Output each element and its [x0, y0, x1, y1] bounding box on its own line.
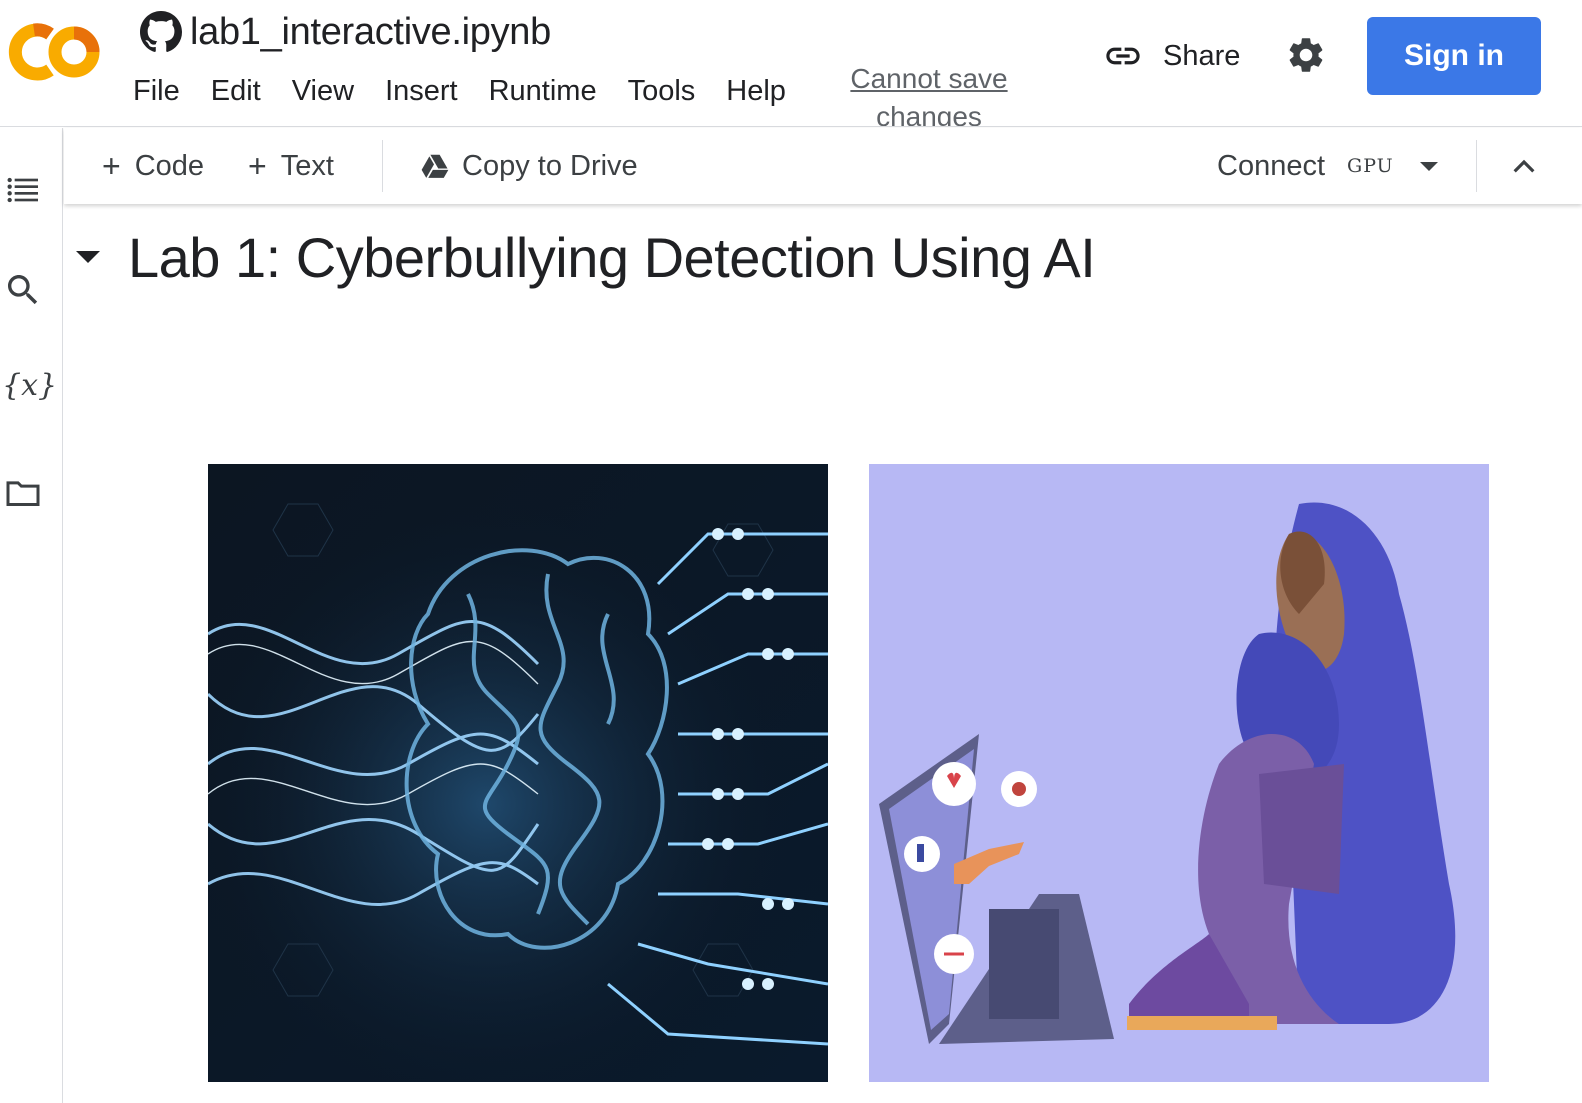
runtime-type-label: GPU: [1347, 155, 1394, 177]
toolbar-divider: [1476, 140, 1477, 192]
toc-icon[interactable]: [3, 170, 43, 210]
menu-edit[interactable]: Edit: [211, 70, 261, 112]
menu-runtime[interactable]: Runtime: [489, 70, 597, 112]
drive-icon: [421, 154, 449, 178]
plus-icon: +: [102, 147, 121, 184]
copy-to-drive-label: Copy to Drive: [462, 149, 638, 182]
search-icon[interactable]: [3, 270, 43, 310]
sign-in-button[interactable]: Sign in: [1367, 17, 1541, 95]
menu-help[interactable]: Help: [726, 70, 786, 112]
menu-file[interactable]: File: [133, 70, 180, 112]
section-heading-row: Lab 1: Cyberbullying Detection Using AI: [76, 222, 1096, 292]
save-status-link[interactable]: Cannot save changes: [843, 60, 1015, 126]
menu-view[interactable]: View: [292, 70, 354, 112]
github-icon: [140, 11, 182, 52]
left-sidebar: {x}: [0, 128, 63, 1103]
chevron-up-icon[interactable]: [1508, 150, 1540, 182]
connect-label: Connect: [1217, 149, 1326, 182]
page-title: Lab 1: Cyberbullying Detection Using AI: [128, 225, 1096, 289]
connect-runtime-button[interactable]: Connect GPU: [1217, 146, 1438, 186]
chevron-down-icon[interactable]: [1419, 161, 1438, 171]
plus-icon: +: [248, 147, 267, 184]
gear-icon[interactable]: [1285, 34, 1327, 76]
link-icon: [1106, 47, 1140, 65]
cyberbullying-illustration-image: [869, 464, 1489, 1082]
top-header: lab1_interactive.ipynb File Edit View In…: [0, 0, 1582, 127]
menu-insert[interactable]: Insert: [385, 70, 458, 112]
share-button[interactable]: Share: [1103, 33, 1240, 79]
notebook-toolbar: + Code + Text Copy to Drive Connect GPU: [64, 128, 1582, 204]
ai-brain-circuit-image: [208, 464, 828, 1082]
collapse-section-icon[interactable]: [76, 251, 100, 263]
menu-tools[interactable]: Tools: [628, 70, 696, 112]
add-text-label: Text: [280, 149, 334, 182]
copy-to-drive-button[interactable]: Copy to Drive: [420, 146, 638, 186]
menu-bar: File Edit View Insert Runtime Tools Help: [133, 70, 817, 112]
variables-icon[interactable]: {x}: [2, 368, 57, 403]
notebook-title[interactable]: lab1_interactive.ipynb: [190, 11, 551, 54]
add-code-button[interactable]: + Code: [102, 146, 204, 186]
notebook-title-row: lab1_interactive.ipynb: [140, 8, 551, 56]
add-code-label: Code: [134, 149, 205, 182]
colab-logo[interactable]: [8, 20, 102, 84]
add-text-button[interactable]: + Text: [248, 146, 334, 186]
toolbar-divider: [382, 140, 383, 192]
share-label: Share: [1163, 39, 1241, 72]
folder-icon[interactable]: [3, 472, 43, 512]
